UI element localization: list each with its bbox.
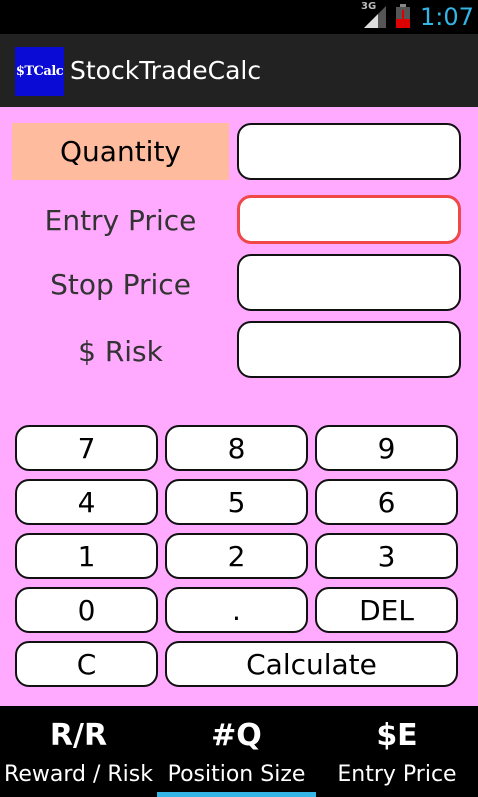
key-3-button[interactable]: 3: [315, 533, 458, 579]
calculate-button[interactable]: Calculate: [165, 641, 458, 687]
tab-entry-price-abbr: $E: [376, 718, 418, 753]
entry-price-field[interactable]: [237, 195, 461, 244]
entry-price-label: Entry Price: [44, 203, 197, 237]
clock-time: 1:07: [420, 3, 474, 31]
key-8-button[interactable]: 8: [165, 425, 308, 471]
quantity-field[interactable]: [237, 123, 461, 180]
key-5-button[interactable]: 5: [165, 479, 308, 525]
action-bar: $TCalc StockTradeCalc: [0, 34, 478, 107]
stop-price-field[interactable]: [237, 254, 461, 311]
calculator-panel: Quantity Entry Price Stop Price $ Risk 7…: [0, 107, 478, 706]
tab-entry-price-label: Entry Price: [337, 762, 457, 787]
battery-low-icon: [396, 4, 410, 28]
tab-reward-risk-abbr: R/R: [49, 718, 108, 753]
tab-position-size-abbr: #Q: [211, 718, 262, 753]
key-9-button[interactable]: 9: [315, 425, 458, 471]
key-6-button[interactable]: 6: [315, 479, 458, 525]
key-4-button[interactable]: 4: [15, 479, 158, 525]
key-0-button[interactable]: 0: [15, 587, 158, 633]
key-1-button[interactable]: 1: [15, 533, 158, 579]
tab-reward-risk[interactable]: R/R Reward / Risk: [0, 706, 157, 797]
tab-reward-risk-label: Reward / Risk: [4, 762, 153, 787]
risk-label: $ Risk: [78, 335, 163, 368]
risk-field[interactable]: [237, 321, 461, 378]
tab-position-size-label: Position Size: [167, 762, 306, 787]
key-2-button[interactable]: 2: [165, 533, 308, 579]
tab-entry-price[interactable]: $E Entry Price: [316, 706, 478, 797]
tab-position-size[interactable]: #Q Position Size: [157, 706, 316, 797]
stop-price-label: Stop Price: [50, 268, 191, 301]
bottom-tab-bar: R/R Reward / Risk #Q Position Size $E En…: [0, 706, 478, 797]
clear-button[interactable]: C: [15, 641, 158, 687]
app-title: StockTradeCalc: [70, 56, 262, 85]
decimal-point-button[interactable]: .: [165, 587, 308, 633]
selected-tab-indicator: [157, 792, 316, 797]
quantity-label: Quantity: [12, 123, 229, 180]
key-7-button[interactable]: 7: [15, 425, 158, 471]
delete-button[interactable]: DEL: [315, 587, 458, 633]
status-bar: 3G 1:07: [0, 0, 478, 34]
signal-strength-icon: [364, 6, 386, 28]
app-logo-icon[interactable]: $TCalc: [15, 47, 64, 96]
